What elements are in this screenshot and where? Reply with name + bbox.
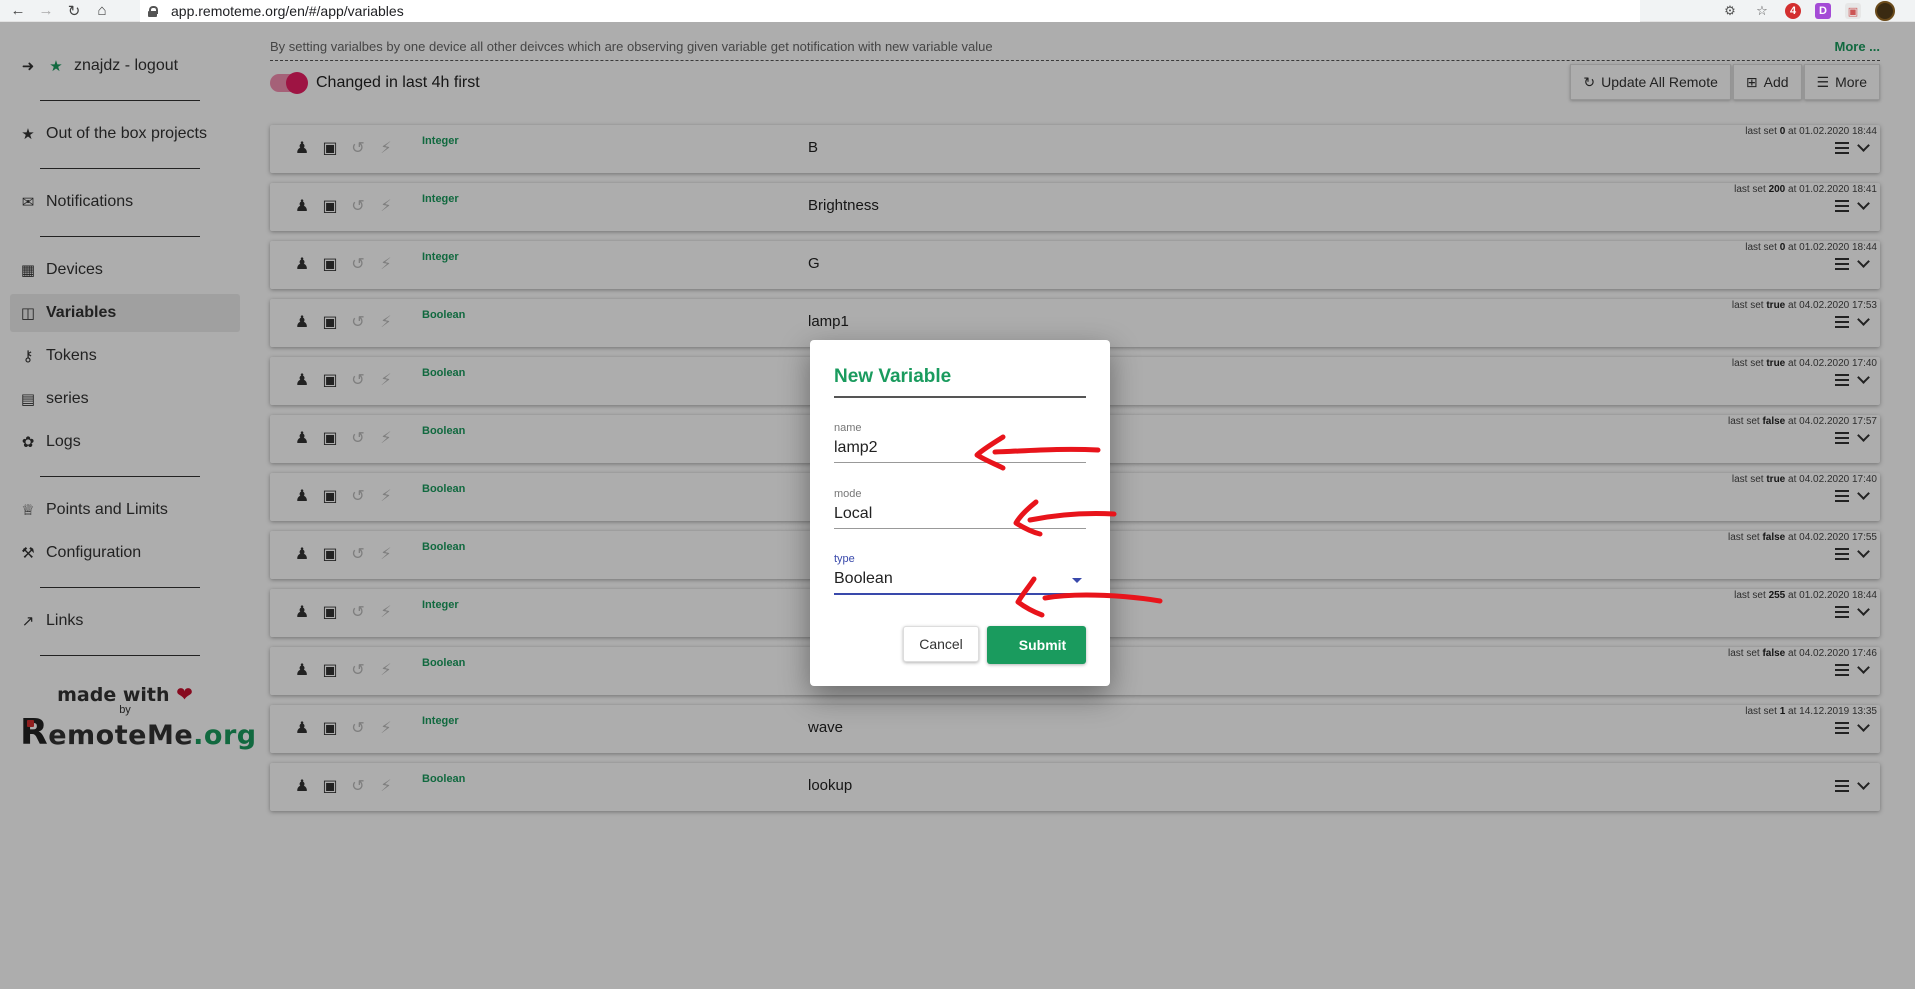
mode-field[interactable]: mode Local [834, 488, 1086, 529]
profile-avatar[interactable] [1875, 1, 1895, 21]
type-label: type [834, 553, 855, 565]
browser-toolbar: ← → ↻ ⌂ app.remoteme.org/en/#/app/variab… [0, 0, 1915, 22]
forward-arrow-icon[interactable]: → [36, 1, 56, 21]
type-select[interactable]: Boolean [834, 570, 1086, 595]
back-arrow-icon[interactable]: ← [8, 1, 28, 21]
mode-label: mode [834, 488, 862, 500]
name-field[interactable]: name lamp2 [834, 422, 1086, 463]
type-field[interactable]: type Boolean [834, 553, 1086, 595]
lock-icon [148, 5, 158, 17]
home-icon[interactable]: ⌂ [92, 1, 112, 21]
cancel-button[interactable]: Cancel [903, 626, 979, 662]
url-text: app.remoteme.org/en/#/app/variables [171, 3, 404, 19]
mode-input[interactable]: Local [834, 505, 1086, 529]
bookmark-star-icon[interactable]: ☆ [1753, 2, 1771, 20]
address-bar[interactable]: app.remoteme.org/en/#/app/variables [140, 0, 1640, 22]
reload-icon[interactable]: ↻ [64, 1, 84, 21]
name-input[interactable]: lamp2 [834, 439, 1086, 463]
new-variable-dialog: New Variable name lamp2 mode Local type … [810, 340, 1110, 686]
dropdown-caret-icon[interactable] [1072, 578, 1082, 583]
extension-cast-icon[interactable]: ▣ [1845, 3, 1861, 19]
type-selected-value: Boolean [834, 570, 893, 587]
submit-button[interactable]: Submit [987, 626, 1086, 664]
extension-badge-icon[interactable]: 4 [1785, 3, 1801, 19]
name-label: name [834, 422, 862, 434]
dialog-title: New Variable [834, 366, 1086, 398]
key-icon[interactable]: ⚙ [1721, 2, 1739, 20]
extension-d-icon[interactable]: D [1815, 3, 1831, 19]
